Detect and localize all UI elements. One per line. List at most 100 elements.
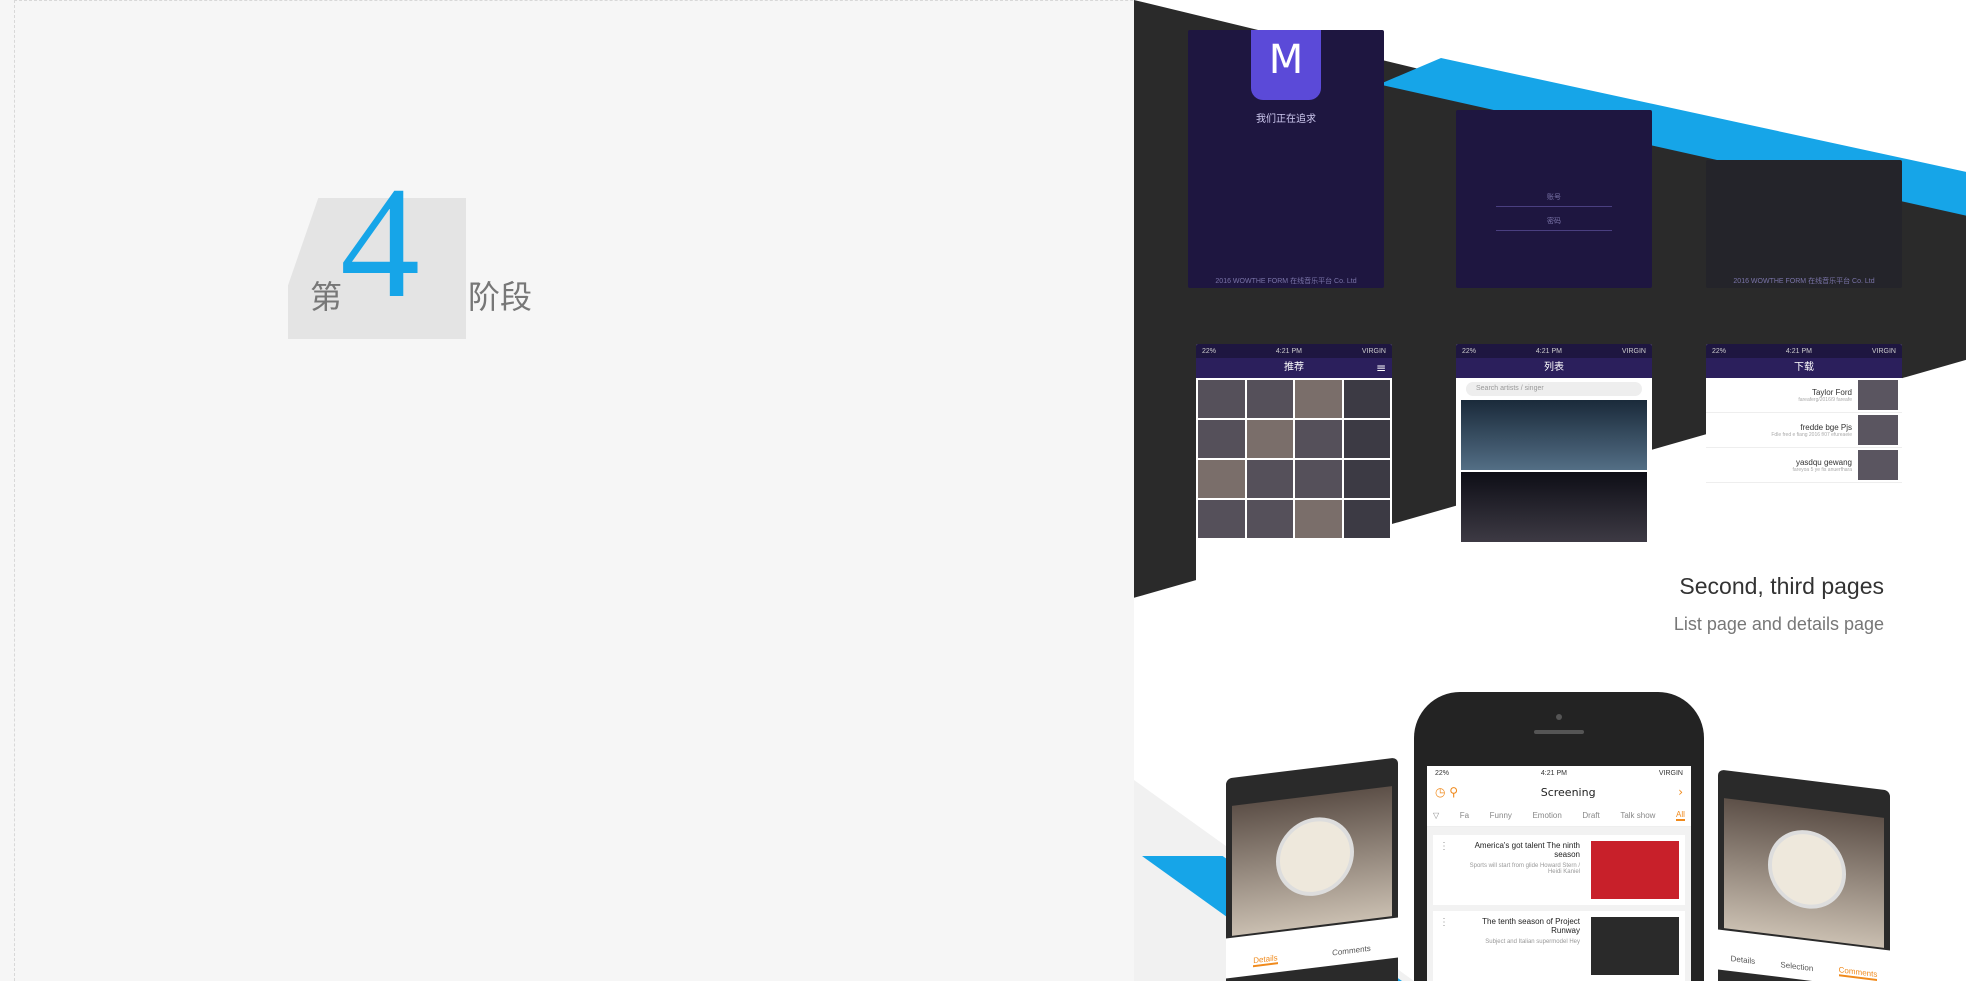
more-icon[interactable]: ⋮ xyxy=(1439,841,1449,899)
side-phone-right: Details Selection Comments xyxy=(1718,769,1890,981)
back-icon[interactable]: › xyxy=(1678,785,1683,799)
artist-name: Taylor Ford xyxy=(1811,387,1852,397)
tab-comments[interactable]: Comments xyxy=(1838,965,1878,981)
phone-mockup: 22% 4:21 PM VIRGIN ◷ ⚲ Screening › ▽ Fa … xyxy=(1414,692,1704,981)
tab-emotion[interactable]: Emotion xyxy=(1532,811,1561,820)
show-list: ⋮ America's got talent The ninth season … xyxy=(1427,827,1691,981)
list-item[interactable]: ⋮ America's got talent The ninth season … xyxy=(1433,835,1685,905)
list-item[interactable]: ⋮ The tenth season of Project Runway Sub… xyxy=(1433,911,1685,981)
status-battery: 22% xyxy=(1202,347,1217,355)
stage-suffix: 阶段 xyxy=(468,278,533,316)
splash-footer: 2016 WOWTHE FORM 在线音乐平台 Co. Ltd xyxy=(1215,278,1357,285)
stage-prefix: 第 xyxy=(310,278,343,316)
tab-all[interactable]: All xyxy=(1676,810,1685,821)
status-carrier: VIRGIN xyxy=(1361,347,1386,355)
screen-title: Screening xyxy=(1540,785,1596,799)
status-battery: 22% xyxy=(1712,347,1727,355)
status-bar: 22% 4:21 PM VIRGIN xyxy=(1456,344,1652,358)
tab-selection[interactable]: Selection xyxy=(1780,960,1813,973)
album-tile[interactable] xyxy=(1198,500,1245,538)
show-desc: Sports will start from glide Howard Ster… xyxy=(1469,863,1580,875)
artist-meta: fareyoa 5 ye fis anuerfhara xyxy=(1792,466,1852,473)
status-battery: 22% xyxy=(1462,347,1477,355)
nav-bar: 列表 xyxy=(1456,358,1652,378)
album-grid xyxy=(1196,378,1392,540)
splash-screen: M 我们正在追求 2016 WOWTHE FORM 在线音乐平台 Co. Ltd xyxy=(1188,30,1384,288)
show-title: America's got talent The ninth season xyxy=(1474,841,1580,859)
album-tile[interactable] xyxy=(1343,460,1390,498)
field-divider xyxy=(1496,206,1612,207)
recommend-screen: 22% 4:21 PM VIRGIN 推荐 ≡ xyxy=(1196,344,1392,594)
status-carrier: VIRGIN xyxy=(1621,347,1646,355)
album-tile[interactable] xyxy=(1343,500,1390,538)
album-tile[interactable] xyxy=(1295,380,1342,418)
album-tile[interactable] xyxy=(1295,500,1342,538)
tab-talk-show[interactable]: Talk show xyxy=(1620,811,1655,820)
show-thumbnail xyxy=(1591,917,1679,975)
album-tile[interactable] xyxy=(1246,420,1293,458)
stage-heading: 第 4 阶段 xyxy=(288,162,548,350)
field-divider xyxy=(1496,230,1612,231)
status-time: 4:21 PM xyxy=(1275,347,1302,355)
download-item[interactable]: Taylor Ford fareaferg/2016/9 fareafe xyxy=(1706,378,1902,413)
artist-meta: Fdle fred e fiang 2016 f/07 efureaeie xyxy=(1771,431,1852,438)
tab-comments[interactable]: Comments xyxy=(1332,944,1371,958)
login-screen: 账号 密码 xyxy=(1456,110,1652,288)
side-phone-left: Details Comments xyxy=(1226,757,1398,981)
section-caption-title: Second, third pages xyxy=(1679,573,1884,599)
artist-name: yasdqu gewang xyxy=(1795,457,1852,467)
album-tile[interactable] xyxy=(1198,380,1245,418)
status-bar: 22% 4:21 PM VIRGIN xyxy=(1706,344,1902,358)
more-icon[interactable]: ⋮ xyxy=(1439,917,1449,975)
tab-draft[interactable]: Draft xyxy=(1582,811,1599,820)
artist-meta: fareaferg/2016/9 fareafe xyxy=(1798,396,1852,403)
tab-fa[interactable]: Fa xyxy=(1460,811,1469,820)
screen-title: 推荐 xyxy=(1284,362,1304,373)
concert-photo[interactable] xyxy=(1461,472,1647,542)
stage-number: 4 xyxy=(340,153,420,331)
login-account-field[interactable]: 账号 xyxy=(1456,192,1652,202)
status-carrier: VIRGIN xyxy=(1871,347,1896,355)
show-desc: Subject and Italian supermodel Hey xyxy=(1485,939,1580,945)
login-password-field[interactable]: 密码 xyxy=(1456,216,1652,226)
list-screen: 22% 4:21 PM VIRGIN 列表 Search artists / s… xyxy=(1456,344,1652,548)
phone-speaker xyxy=(1534,730,1584,734)
album-tile[interactable] xyxy=(1198,420,1245,458)
artist-name: fredde bge Pjs xyxy=(1800,422,1852,432)
menu-icon[interactable]: ≡ xyxy=(1376,358,1386,378)
album-tile[interactable] xyxy=(1343,420,1390,458)
album-tile[interactable] xyxy=(1198,460,1245,498)
screening-screen: 22% 4:21 PM VIRGIN ◷ ⚲ Screening › ▽ Fa … xyxy=(1427,766,1691,981)
nav-bar: 推荐 ≡ xyxy=(1196,358,1392,378)
artist-thumbnail xyxy=(1858,380,1898,410)
album-tile[interactable] xyxy=(1343,380,1390,418)
tab-details[interactable]: Details xyxy=(1731,954,1755,966)
phone-camera xyxy=(1556,714,1562,720)
album-tile[interactable] xyxy=(1246,380,1293,418)
category-tabs: ▽ Fa Funny Emotion Draft Talk show All xyxy=(1427,804,1691,827)
history-icon[interactable]: ◷ ⚲ xyxy=(1435,785,1458,799)
cassette-screen: 2016 WOWTHE FORM 在线音乐平台 Co. Ltd xyxy=(1706,160,1902,288)
album-tile[interactable] xyxy=(1246,460,1293,498)
filter-icon[interactable]: ▽ xyxy=(1433,811,1439,820)
section-caption-subtitle: List page and details page xyxy=(1673,614,1884,634)
album-tile[interactable] xyxy=(1295,420,1342,458)
show-thumbnail xyxy=(1591,841,1679,899)
status-time: 4:21 PM xyxy=(1540,769,1567,777)
artist-thumbnail xyxy=(1858,415,1898,445)
album-tile[interactable] xyxy=(1246,500,1293,538)
tab-details[interactable]: Details xyxy=(1253,953,1278,968)
tab-funny[interactable]: Funny xyxy=(1490,811,1512,820)
screen-title: 列表 xyxy=(1544,362,1564,373)
download-item[interactable]: yasdqu gewang fareyoa 5 ye fis anuerfhar… xyxy=(1706,448,1902,483)
download-screen: 22% 4:21 PM VIRGIN 下载 Taylor Ford fareaf… xyxy=(1706,344,1902,490)
splash-app-name: 我们正在追求 xyxy=(1256,114,1316,125)
download-item[interactable]: fredde bge Pjs Fdle fred e fiang 2016 f/… xyxy=(1706,413,1902,448)
showcase-panel: M 我们正在追求 2016 WOWTHE FORM 在线音乐平台 Co. Ltd… xyxy=(1134,0,1966,981)
artist-thumbnail xyxy=(1858,450,1898,480)
show-title: The tenth season of Project Runway xyxy=(1482,917,1580,935)
status-time: 4:21 PM xyxy=(1535,347,1562,355)
search-input[interactable]: Search artists / singer xyxy=(1466,382,1642,396)
concert-photo[interactable] xyxy=(1461,400,1647,470)
album-tile[interactable] xyxy=(1295,460,1342,498)
